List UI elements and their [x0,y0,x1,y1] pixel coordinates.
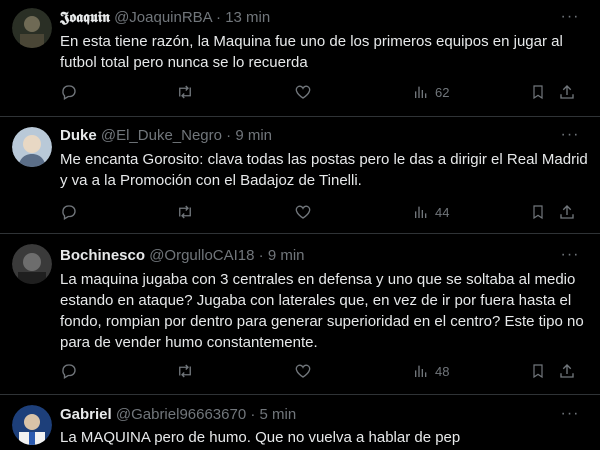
like-button[interactable] [294,361,312,381]
views-button[interactable]: 44 [413,202,449,222]
retweet-button[interactable] [176,82,194,102]
like-icon [294,203,312,221]
like-button[interactable] [294,82,312,102]
tweet-text: En esta tiene razón, la Maquina fue uno … [60,33,563,71]
more-options-icon[interactable]: ··· [558,247,582,268]
views-icon [413,84,429,100]
reply-button[interactable] [60,202,78,222]
tweet[interactable]: Gabriel @Gabriel96663670 · 5 min ··· La … [0,395,600,450]
views-icon [413,204,429,220]
author-handle[interactable]: @OrgulloCAI18 [149,247,254,264]
reply-icon [60,83,78,101]
author-handle[interactable]: @El_Duke_Negro [101,127,222,144]
bookmark-icon [530,362,546,380]
bookmark-button[interactable] [530,202,546,222]
tweet[interactable]: 𝕵𝖔𝖆𝖖𝖚𝖎𝖓 @JoaquinRBA · 13 min ··· En esta… [0,0,600,117]
share-button[interactable] [558,361,576,381]
views-button[interactable]: 62 [413,82,449,102]
avatar[interactable] [12,8,52,48]
views-icon [413,363,429,379]
share-button[interactable] [558,82,576,102]
author-handle[interactable]: @JoaquinRBA [114,9,212,26]
author-name[interactable]: Bochinesco [60,247,145,264]
avatar[interactable] [12,405,52,445]
bookmark-icon [530,83,546,101]
timestamp[interactable]: 9 min [235,127,272,144]
author-name[interactable]: 𝕵𝖔𝖆𝖖𝖚𝖎𝖓 [60,9,110,26]
separator: · [250,406,256,423]
retweet-icon [176,83,194,101]
reply-button[interactable] [60,361,78,381]
more-options-icon[interactable]: ··· [558,406,582,427]
tweet-text: La MAQUINA pero de humo. Que no vuelva a… [60,429,461,446]
author-name[interactable]: Duke [60,127,97,144]
timestamp[interactable]: 13 min [225,9,270,26]
more-options-icon[interactable]: ··· [558,9,582,30]
like-icon [294,362,312,380]
retweet-button[interactable] [176,361,194,381]
tweet[interactable]: Duke @El_Duke_Negro · 9 min ··· Me encan… [0,117,600,234]
reply-icon [60,362,78,380]
tweet-text: La maquina jugaba con 3 centrales en def… [60,271,584,351]
more-options-icon[interactable]: ··· [558,127,582,148]
share-button[interactable] [558,202,576,222]
tweet[interactable]: Bochinesco @OrgulloCAI18 · 9 min ··· La … [0,234,600,395]
reply-icon [60,203,78,221]
separator: · [258,247,264,264]
like-icon [294,83,312,101]
views-count: 48 [435,363,450,379]
tweet-text: Me encanta Gorosito: clava todas las pos… [60,151,588,189]
separator: · [226,127,232,144]
share-icon [558,203,576,221]
avatar[interactable] [12,244,52,284]
reply-button[interactable] [60,82,78,102]
timestamp[interactable]: 9 min [268,247,305,264]
retweet-icon [176,203,194,221]
bookmark-button[interactable] [530,361,546,381]
views-count: 44 [435,204,450,220]
retweet-icon [176,362,194,380]
bookmark-icon [530,203,546,221]
like-button[interactable] [294,202,312,222]
avatar[interactable] [12,127,52,167]
bookmark-button[interactable] [530,82,546,102]
author-name[interactable]: Gabriel [60,406,112,423]
author-handle[interactable]: @Gabriel96663670 [116,406,246,423]
views-count: 62 [435,84,450,100]
separator: · [216,9,222,26]
timestamp[interactable]: 5 min [260,406,297,423]
retweet-button[interactable] [176,202,194,222]
views-button[interactable]: 48 [413,361,449,381]
share-icon [558,83,576,101]
share-icon [558,362,576,380]
